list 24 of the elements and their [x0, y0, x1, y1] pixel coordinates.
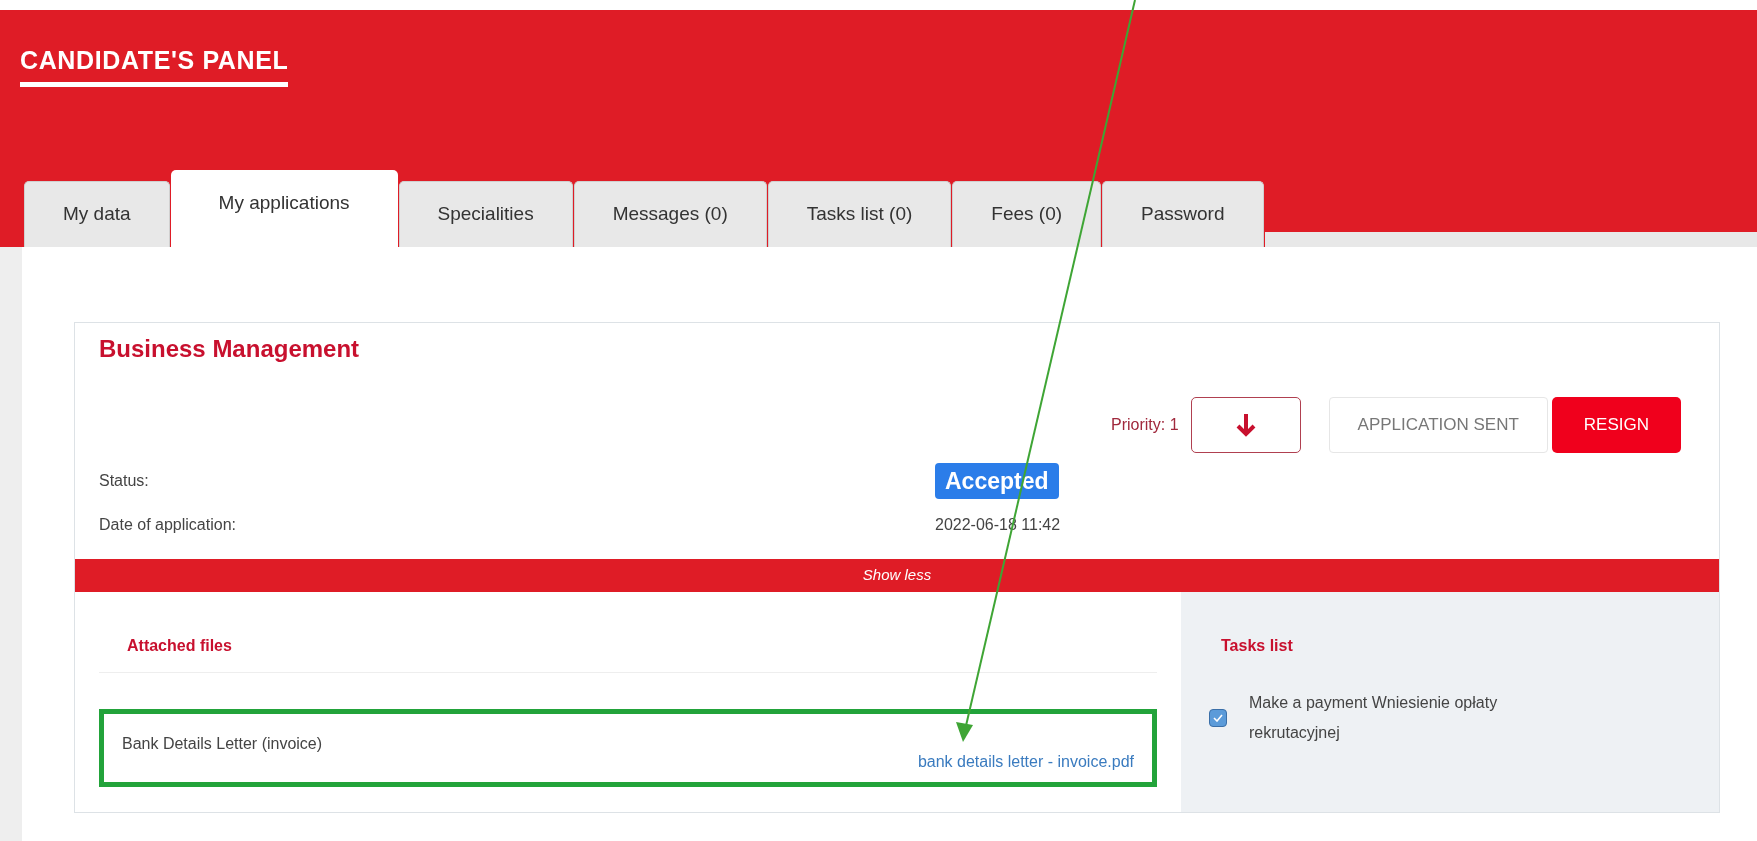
tab[interactable]: Specialities [398, 181, 573, 247]
tab[interactable]: Tasks list (0) [767, 181, 952, 247]
application-sent-button[interactable]: APPLICATION SENT [1328, 397, 1548, 453]
field-label: Date of application: [99, 515, 237, 535]
tab[interactable]: My data [24, 181, 170, 247]
tab[interactable]: Fees (0) [952, 181, 1102, 247]
panel-title: CANDIDATE'S PANEL [20, 42, 289, 87]
priority-label: Priority: 1 [1111, 415, 1179, 435]
file-name: Bank Details Letter (invoice) [122, 734, 323, 754]
section-heading: Tasks list [1220, 636, 1294, 656]
show-less-bar[interactable]: Show less [75, 559, 1719, 592]
move-down-button[interactable] [1190, 397, 1301, 453]
tab[interactable]: My applications [170, 170, 398, 247]
tab[interactable]: Messages (0) [573, 181, 767, 247]
resign-button[interactable]: RESIGN [1551, 397, 1681, 453]
arrow-down-icon [1234, 412, 1257, 438]
task-text: Make a payment Wniesienie opłaty rekrutacyjnej [1249, 693, 1499, 743]
section-heading: Attached files [99, 634, 1157, 673]
task-checkbox[interactable] [1209, 709, 1227, 727]
field-label: Status: [99, 471, 150, 491]
tab[interactable]: Password [1102, 181, 1264, 247]
application-title: Business Management [99, 334, 361, 364]
checkmark-icon [1213, 714, 1223, 722]
file-link[interactable]: bank details letter - invoice.pdf [917, 714, 1134, 782]
